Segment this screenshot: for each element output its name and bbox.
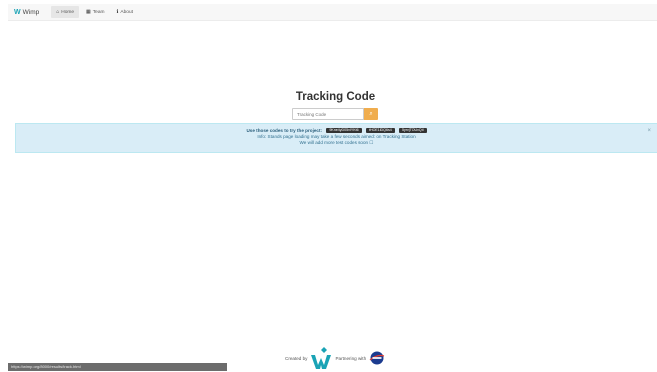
footer-partnering: Partnering with <box>335 355 367 361</box>
top-navbar: W Wimp ⌂ Home ▦ Team ℹ About <box>8 4 657 21</box>
nav-item-team-label: Team <box>92 9 105 15</box>
close-icon[interactable]: × <box>647 128 651 134</box>
brand-logo-icon: W <box>14 8 21 16</box>
search-button[interactable]: ⌕ <box>364 108 378 120</box>
search-icon: ⌕ <box>369 110 373 117</box>
nav-item-home-label: Home <box>61 9 75 15</box>
test-code-chip[interactable]: 9Kne4yD05vIYKt6 <box>326 128 362 134</box>
footer-created-by: Created by <box>285 355 308 361</box>
test-code-chip[interactable]: 5yrvjTOUvQtl <box>399 128 427 134</box>
page-title: Tracking Code <box>295 91 376 103</box>
search-bar: ⌕ <box>292 108 378 120</box>
alert-codes-label: Use those codes to try the project: <box>246 128 323 133</box>
nav-item-about[interactable]: ℹ About <box>112 6 138 18</box>
nav-item-home[interactable]: ⌂ Home <box>51 6 80 18</box>
home-icon: ⌂ <box>56 9 60 15</box>
browser-status-bar: https://wimp.org/8000/results/track.html <box>8 363 227 371</box>
wimp-logo-icon <box>311 347 332 369</box>
alert-more-codes-text: We will add more test codes soon ☐ <box>299 140 374 145</box>
nav-item-about-label: About <box>120 9 133 15</box>
nav-item-team[interactable]: ▦ Team <box>81 6 109 18</box>
test-code-chip[interactable]: tHOE1lDQ6s4 <box>365 128 395 134</box>
tracking-code-input[interactable] <box>292 108 364 120</box>
footer: Created by Partnering with <box>285 347 385 369</box>
users-icon: ▦ <box>86 9 91 15</box>
brand-name: Wimp <box>22 8 40 16</box>
nasa-logo-icon <box>369 351 385 365</box>
brand[interactable]: W Wimp <box>14 9 39 16</box>
info-alert: Use those codes to try the project: 9Kne… <box>15 123 657 153</box>
info-icon: ℹ <box>116 9 119 15</box>
